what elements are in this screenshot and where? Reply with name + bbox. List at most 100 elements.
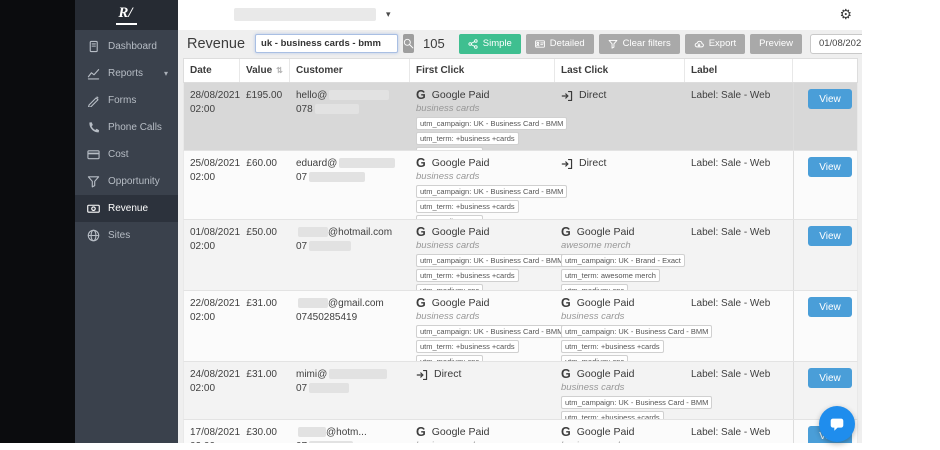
utm-tag: utm_medium: cpc — [416, 355, 483, 362]
google-g-icon: G — [561, 297, 571, 310]
first-click-source: Direct — [416, 368, 551, 381]
redacted-value — [329, 369, 387, 379]
actions-cell: View — [793, 291, 857, 362]
last-click-cell: Direct — [555, 151, 685, 220]
customer-line: 07 — [296, 382, 406, 396]
first-click-cell: GGoogle Paidbusiness cardsutm_campaign: … — [410, 291, 555, 362]
actions-cell: View — [793, 220, 857, 291]
sign-in-icon — [561, 158, 573, 170]
column-label: First Click — [416, 65, 464, 76]
sidebar-item-label: Cost — [108, 149, 129, 160]
button-label: Detailed — [550, 38, 585, 49]
filter-icon — [608, 39, 618, 49]
clear-filters-button[interactable]: Clear filters — [599, 34, 680, 54]
simple-button[interactable]: Simple — [459, 34, 521, 54]
search-button[interactable] — [403, 34, 414, 53]
table-header-row: DateValue⇅CustomerFirst ClickLast ClickL… — [183, 58, 858, 83]
sidebar-item-reports[interactable]: Reports▾ — [75, 60, 178, 87]
last-click-source: GGoogle Paid — [561, 297, 681, 310]
view-button[interactable]: View — [808, 89, 852, 109]
utm-tag: utm_medium: cpc — [561, 355, 628, 362]
logo-text: R/ — [116, 5, 136, 25]
click-source-title: Google Paid — [432, 296, 490, 310]
table-body: 28/08/202102:00£195.00hello@078GGoogle P… — [183, 83, 858, 443]
click-source-title: Google Paid — [432, 425, 490, 439]
sidebar-item-revenue[interactable]: Revenue — [75, 195, 178, 222]
toolbar: Revenue 105 SimpleDetailedClear filtersE… — [178, 30, 862, 57]
app-logo[interactable]: R/ — [75, 0, 178, 30]
view-button[interactable]: View — [808, 368, 852, 388]
chat-bubble-button[interactable] — [819, 406, 855, 442]
preview-button[interactable]: Preview — [750, 34, 802, 54]
account-selector[interactable]: ▾ — [234, 8, 391, 21]
share-icon — [468, 39, 478, 49]
last-click-cell: Direct — [555, 83, 685, 151]
customer-line: 07 — [296, 440, 406, 444]
reports-icon — [87, 67, 100, 80]
sign-in-icon — [416, 369, 428, 381]
account-selector-redacted-value — [234, 8, 376, 21]
date-range-button[interactable]: 01/08/2021 to 31/08/2021 ▾ — [810, 34, 862, 54]
utm-tag: utm_term: +business +cards — [561, 340, 664, 353]
google-g-icon: G — [416, 226, 426, 239]
first-click-source: GGoogle Paid — [416, 89, 551, 102]
view-button[interactable]: View — [808, 157, 852, 177]
customer-text: 07 — [296, 241, 307, 252]
sidebar-item-forms[interactable]: Forms — [75, 87, 178, 114]
customer-cell: @hotm...07 — [290, 420, 410, 443]
sidebar-item-dashboard[interactable]: Dashboard — [75, 33, 178, 60]
opportunity-icon — [87, 175, 100, 188]
cost-icon — [87, 148, 100, 161]
table-row[interactable]: 17/08/202102:00£30.00@hotm...07GGoogle P… — [183, 420, 858, 443]
table-row[interactable]: 25/08/202102:00£60.00eduard@07GGoogle Pa… — [183, 151, 858, 220]
column-label: Customer — [296, 65, 343, 76]
button-label: Simple — [483, 38, 512, 49]
search-input[interactable] — [255, 34, 398, 53]
last-click-cell: GGoogle Paidbusiness cardsutm_campaign: … — [555, 362, 685, 420]
date-cell: 17/08/202102:00 — [184, 420, 240, 443]
click-source-title: Google Paid — [577, 425, 635, 439]
date-cell: 24/08/202102:00 — [184, 362, 240, 420]
utm-tag: utm_term: awesome merch — [561, 269, 660, 282]
table-row[interactable]: 24/08/202102:00£31.00mimi@07DirectGGoogl… — [183, 362, 858, 420]
customer-cell: mimi@07 — [290, 362, 410, 420]
view-button[interactable]: View — [808, 297, 852, 317]
date-value: 17/08/2021 — [190, 426, 236, 440]
gear-icon[interactable]: ⚙ — [839, 7, 852, 21]
sort-icon[interactable]: ⇅ — [276, 66, 283, 75]
customer-text: 07 — [296, 441, 307, 444]
sidebar-item-sites[interactable]: Sites — [75, 222, 178, 249]
sidebar-item-phone-calls[interactable]: Phone Calls — [75, 114, 178, 141]
table-row[interactable]: 28/08/202102:00£195.00hello@078GGoogle P… — [183, 83, 858, 151]
label-cell: Label: Sale - Web — [685, 420, 793, 443]
label-cell: Label: Sale - Web — [685, 291, 793, 362]
customer-text: eduard@ — [296, 158, 337, 169]
campaign-subtitle: business cards — [416, 103, 551, 115]
sidebar-item-opportunity[interactable]: Opportunity — [75, 168, 178, 195]
redacted-value — [309, 383, 349, 393]
customer-line: 078 — [296, 103, 406, 117]
value-cell: £50.00 — [240, 220, 290, 291]
customer-line: @hotm... — [296, 426, 406, 440]
actions-cell: View — [793, 151, 857, 220]
view-button[interactable]: View — [808, 226, 852, 246]
sidebar-item-label: Phone Calls — [108, 122, 162, 133]
sidebar-item-cost[interactable]: Cost — [75, 141, 178, 168]
last-click-source: GGoogle Paid — [561, 226, 681, 239]
date-range-label: 01/08/2021 to 31/08/2021 — [819, 38, 862, 49]
campaign-subtitle: business cards — [561, 382, 681, 394]
export-button[interactable]: Export — [685, 34, 745, 54]
customer-cell: hello@078 — [290, 83, 410, 151]
last-click-source: Direct — [561, 157, 681, 170]
customer-line: eduard@ — [296, 157, 406, 171]
sign-in-icon — [561, 90, 573, 102]
detailed-button[interactable]: Detailed — [526, 34, 594, 54]
table-row[interactable]: 01/08/202102:00£50.00@hotmail.com07GGoog… — [183, 220, 858, 291]
date-cell: 25/08/202102:00 — [184, 151, 240, 220]
table-row[interactable]: 22/08/202102:00£31.00@gmail.com074502854… — [183, 291, 858, 362]
column-header-value[interactable]: Value⇅ — [240, 59, 290, 82]
topbar: ▾ ⚙ — [178, 0, 862, 30]
customer-line: 07 — [296, 171, 406, 185]
click-source-title: Google Paid — [432, 88, 490, 102]
google-g-icon: G — [416, 426, 426, 439]
